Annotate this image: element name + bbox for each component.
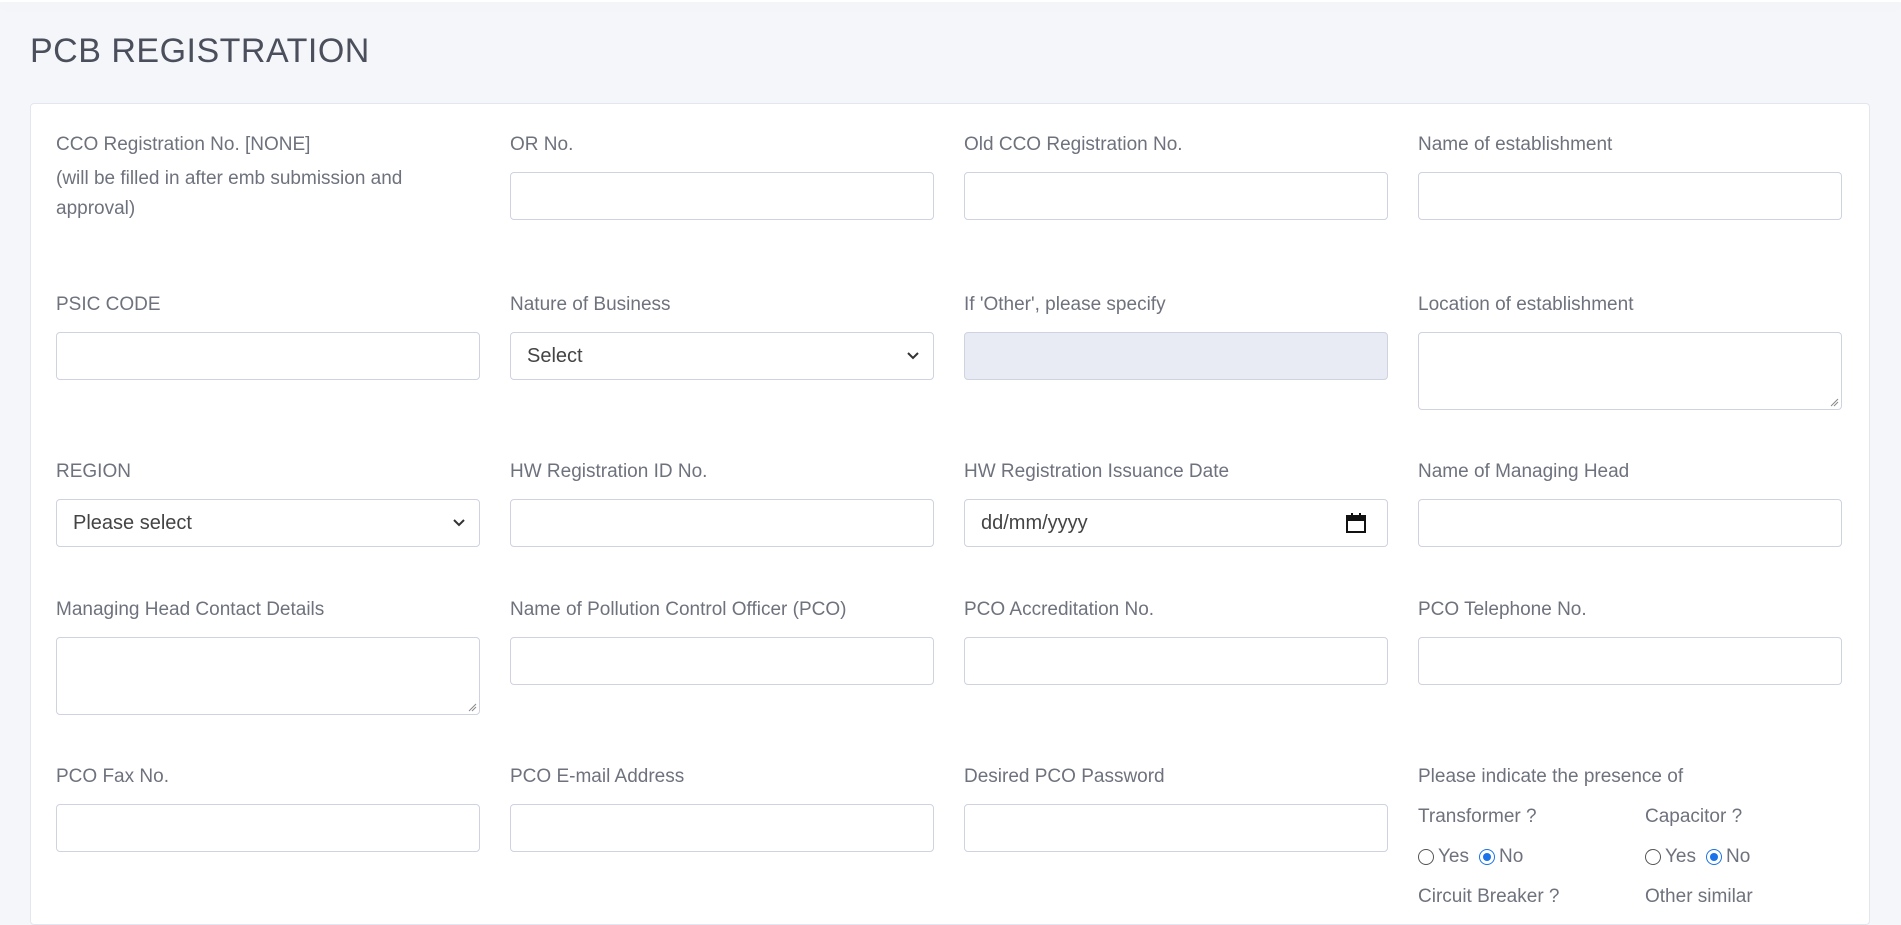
chevron-down-icon <box>453 519 465 527</box>
pco-email-field: PCO E-mail Address <box>510 762 934 852</box>
transformer-no-radio[interactable] <box>1479 849 1495 865</box>
cco-registration-note: (will be filled in after emb submission … <box>56 168 403 219</box>
capacitor-no-label: No <box>1726 846 1751 867</box>
pco-accreditation-field: PCO Accreditation No. <box>964 595 1388 685</box>
transformer-group: Transformer ? Yes No Circuit Breaker ? <box>1418 802 1628 912</box>
other-specify-field: If 'Other', please specify <box>964 290 1388 380</box>
pco-telephone-field: PCO Telephone No. <box>1418 595 1842 685</box>
capacitor-label: Capacitor ? <box>1645 806 1743 827</box>
location-field: Location of establishment <box>1418 290 1842 410</box>
old-cco-field: Old CCO Registration No. <box>964 130 1388 220</box>
psic-code-label: PSIC CODE <box>56 294 161 315</box>
nature-business-value: Select <box>527 345 583 367</box>
other-similar-label: Other similar <box>1645 886 1753 907</box>
transformer-radio-group: Yes No <box>1418 842 1628 872</box>
or-no-label: OR No. <box>510 134 574 155</box>
or-no-input[interactable] <box>510 172 934 220</box>
mh-contact-label: Managing Head Contact Details <box>56 599 325 620</box>
pco-email-label: PCO E-mail Address <box>510 766 685 787</box>
pco-telephone-label: PCO Telephone No. <box>1418 599 1587 620</box>
transformer-no-label: No <box>1499 846 1524 867</box>
location-textarea[interactable] <box>1418 332 1842 410</box>
name-establishment-field: Name of establishment <box>1418 130 1842 220</box>
region-field: REGION Please select <box>56 457 480 547</box>
pco-password-input[interactable] <box>964 804 1388 852</box>
mh-contact-field: Managing Head Contact Details <box>56 595 480 715</box>
name-establishment-label: Name of establishment <box>1418 134 1613 155</box>
pco-name-field: Name of Pollution Control Officer (PCO) <box>510 595 934 685</box>
pco-fax-label: PCO Fax No. <box>56 766 169 787</box>
pco-name-input[interactable] <box>510 637 934 685</box>
location-label: Location of establishment <box>1418 294 1634 315</box>
old-cco-input[interactable] <box>964 172 1388 220</box>
managing-head-label: Name of Managing Head <box>1418 461 1630 482</box>
calendar-icon[interactable] <box>1345 512 1367 534</box>
pco-accreditation-input[interactable] <box>964 637 1388 685</box>
hw-date-field: HW Registration Issuance Date dd/mm/yyyy <box>964 457 1388 547</box>
managing-head-field: Name of Managing Head <box>1418 457 1842 547</box>
hw-date-input[interactable]: dd/mm/yyyy <box>964 499 1388 547</box>
name-establishment-input[interactable] <box>1418 172 1842 220</box>
page-title: PCB REGISTRATION <box>30 32 370 70</box>
presence-label: Please indicate the presence of <box>1418 766 1684 787</box>
capacitor-no-radio[interactable] <box>1706 849 1722 865</box>
hw-date-label: HW Registration Issuance Date <box>964 461 1230 482</box>
pco-telephone-input[interactable] <box>1418 637 1842 685</box>
capacitor-yes-radio[interactable] <box>1645 849 1661 865</box>
pco-password-label: Desired PCO Password <box>964 766 1165 787</box>
hw-id-label: HW Registration ID No. <box>510 461 708 482</box>
cco-registration-field: CCO Registration No. [NONE] (will be fil… <box>56 130 480 224</box>
cco-registration-label: CCO Registration No. [NONE] <box>56 134 311 155</box>
hw-id-field: HW Registration ID No. <box>510 457 934 547</box>
presence-field: Please indicate the presence of <box>1418 762 1842 792</box>
capacitor-group: Capacitor ? Yes No Other similar <box>1645 802 1855 912</box>
other-specify-label: If 'Other', please specify <box>964 294 1166 315</box>
other-specify-input[interactable] <box>964 332 1388 380</box>
capacitor-radio-group: Yes No <box>1645 842 1855 872</box>
hw-id-input[interactable] <box>510 499 934 547</box>
old-cco-label: Old CCO Registration No. <box>964 134 1183 155</box>
circuit-breaker-label: Circuit Breaker ? <box>1418 886 1560 907</box>
transformer-yes-radio[interactable] <box>1418 849 1434 865</box>
region-value: Please select <box>73 512 192 534</box>
chevron-down-icon <box>907 352 919 360</box>
pco-fax-input[interactable] <box>56 804 480 852</box>
pco-name-label: Name of Pollution Control Officer (PCO) <box>510 599 847 620</box>
psic-code-input[interactable] <box>56 332 480 380</box>
pco-accreditation-label: PCO Accreditation No. <box>964 599 1155 620</box>
managing-head-input[interactable] <box>1418 499 1842 547</box>
transformer-label: Transformer ? <box>1418 806 1537 827</box>
pco-fax-field: PCO Fax No. <box>56 762 480 852</box>
transformer-yes-label: Yes <box>1438 846 1469 867</box>
psic-code-field: PSIC CODE <box>56 290 480 380</box>
region-select[interactable]: Please select <box>56 499 480 547</box>
top-bar <box>0 0 1901 2</box>
nature-business-field: Nature of Business Select <box>510 290 934 380</box>
pco-email-input[interactable] <box>510 804 934 852</box>
region-label: REGION <box>56 461 131 482</box>
nature-business-label: Nature of Business <box>510 294 671 315</box>
or-no-field: OR No. <box>510 130 934 220</box>
registration-form-card: CCO Registration No. [NONE] (will be fil… <box>30 103 1870 925</box>
nature-business-select[interactable]: Select <box>510 332 934 380</box>
capacitor-yes-label: Yes <box>1665 846 1696 867</box>
pco-password-field: Desired PCO Password <box>964 762 1388 852</box>
mh-contact-textarea[interactable] <box>56 637 480 715</box>
hw-date-placeholder: dd/mm/yyyy <box>981 512 1088 534</box>
